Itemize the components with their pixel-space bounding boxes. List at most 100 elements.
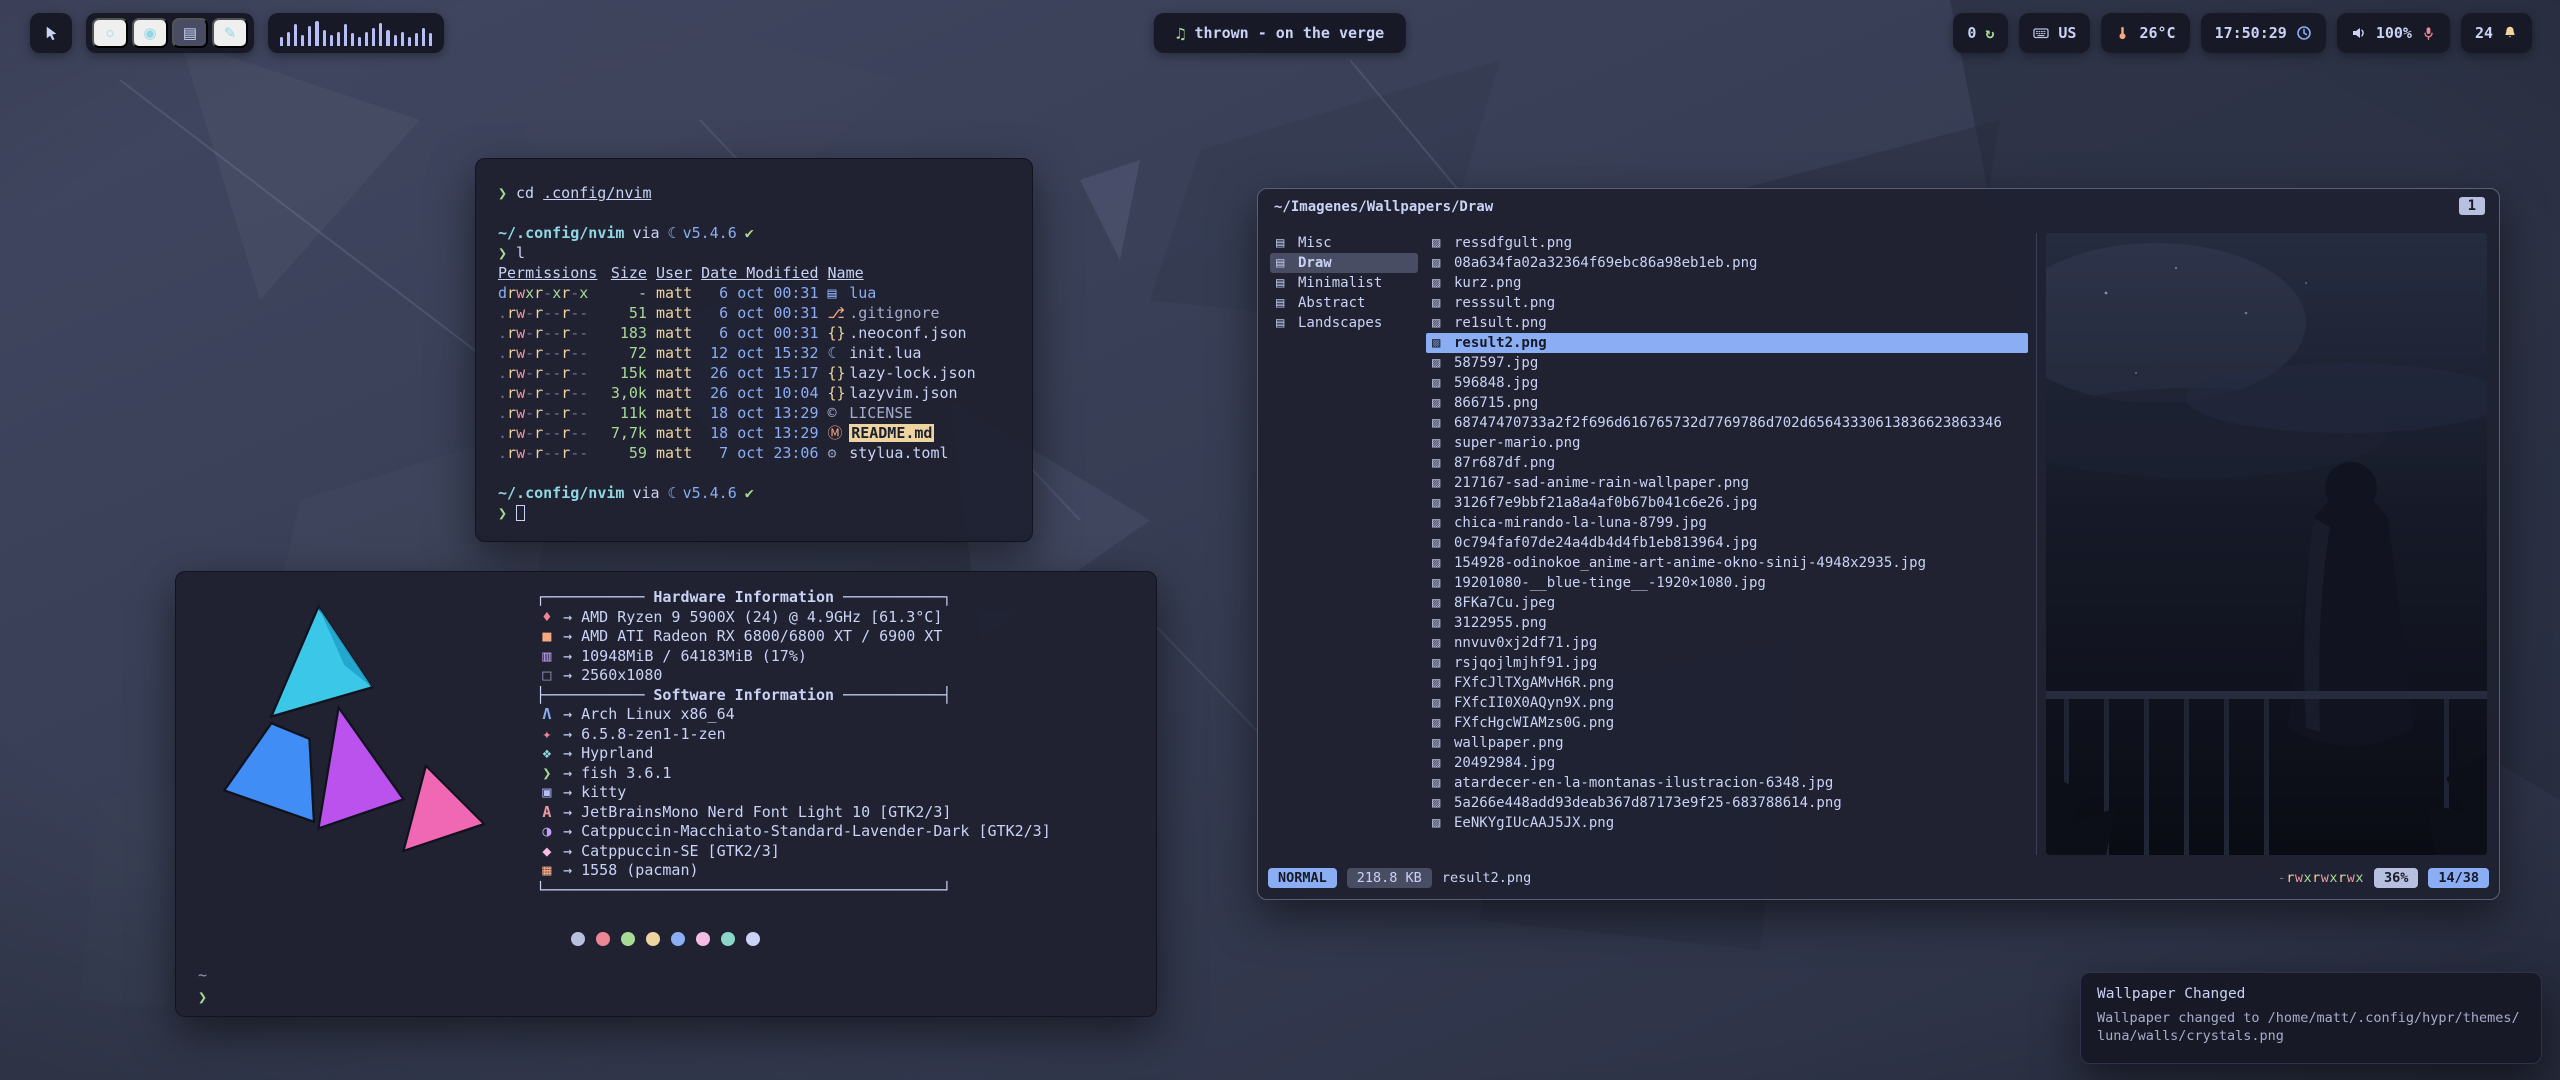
topbar-right: 0 ↻ US 26°C 17:50:29: [1953, 13, 2532, 53]
file-name: LICENSE: [849, 404, 912, 422]
file-list-item[interactable]: ▨8FKa7Cu.jpeg: [1426, 593, 2028, 613]
file-list-item-name: 8FKa7Cu.jpeg: [1454, 593, 1555, 613]
image-file-icon: ▨: [1432, 553, 1454, 573]
file-list-item[interactable]: ▨68747470733a2f2f696d616765732d7769786d7…: [1426, 413, 2028, 433]
notification-popup[interactable]: Wallpaper Changed Wallpaper changed to /…: [2080, 972, 2542, 1064]
palette-dot: [646, 932, 660, 946]
sidebar-dir-minimalist[interactable]: ▤Minimalist: [1270, 273, 1418, 293]
visualizer-bar: [408, 37, 411, 46]
file-list-item[interactable]: ▨resssult.png: [1426, 293, 2028, 313]
file-list-item[interactable]: ▨atardecer-en-la-montanas-ilustracion-63…: [1426, 773, 2028, 793]
media-player-pill[interactable]: ♫ thrown - on the verge: [1154, 13, 1406, 53]
circle-icon: ○: [105, 25, 114, 42]
file-list-item[interactable]: ▨596848.jpg: [1426, 373, 2028, 393]
sidebar-dir-misc[interactable]: ▤Misc: [1270, 233, 1418, 253]
file-list-item[interactable]: ▨20492984.jpg: [1426, 753, 2028, 773]
launcher-button[interactable]: [30, 13, 72, 53]
terminal-window-nvim[interactable]: ❯cd .config/nvim ~/.config/nvimvia☾v5.4.…: [475, 158, 1033, 542]
image-file-icon: ▨: [1432, 373, 1454, 393]
file-list-item[interactable]: ▨87r687df.png: [1426, 453, 2028, 473]
file-list-item[interactable]: ▨FXfcII0X0AQyn9X.png: [1426, 693, 2028, 713]
clock-module[interactable]: 17:50:29: [2201, 13, 2326, 53]
topbar-left: ○ ◉ ▤ ✎: [30, 13, 444, 53]
media-title: thrown - on the verge: [1194, 24, 1384, 42]
sidebar-dir-landscapes[interactable]: ▤Landscapes: [1270, 313, 1418, 333]
file-list-item-name: re1sult.png: [1454, 313, 1547, 333]
prompt-symbol: ❯: [498, 244, 507, 262]
image-preview: [2046, 233, 2487, 855]
arrow-icon: →: [563, 725, 572, 745]
updates-module[interactable]: 0 ↻: [1953, 13, 2008, 53]
folder-icon: ▤: [183, 24, 197, 42]
image-file-icon: ▨: [1432, 293, 1454, 313]
file-list-item[interactable]: ▨ressdfgult.png: [1426, 233, 2028, 253]
folder-icon: ▤: [1276, 293, 1298, 313]
workspace-button-4[interactable]: ✎: [212, 18, 248, 48]
visualizer-bar: [415, 33, 418, 46]
workspaces: ○ ◉ ▤ ✎: [86, 13, 254, 53]
sidebar-dir-draw[interactable]: ▤Draw: [1270, 253, 1418, 273]
file-list-item[interactable]: ▨FXfcHgcWIAMzs0G.png: [1426, 713, 2028, 733]
file-list-item-name: nnvuv0xj2df71.jpg: [1454, 633, 1597, 653]
image-file-icon: ▨: [1432, 593, 1454, 613]
file-list-item[interactable]: ▨kurz.png: [1426, 273, 2028, 293]
fetch-box-bottom: └───────────────────────────────────────…: [536, 881, 1051, 901]
volume-module[interactable]: 100%: [2337, 13, 2450, 53]
visualizer-bar: [422, 28, 425, 46]
file-list-item-name: 5a266e448add93deab367d87173e9f25-6837886…: [1454, 793, 1842, 813]
notifications-module[interactable]: 24: [2461, 13, 2532, 53]
file-list-item[interactable]: ▨866715.png: [1426, 393, 2028, 413]
file-name: lazy-lock.json: [849, 364, 975, 382]
software-information-header: ├─────────── Software Information ──────…: [536, 686, 1051, 706]
file-manager-window[interactable]: ~/Imagenes/Wallpapers/Draw 1 ▤Misc▤Draw▤…: [1257, 188, 2500, 900]
temperature-module[interactable]: 26°C: [2101, 13, 2189, 53]
check-icon: ✔: [745, 484, 754, 502]
listing-row: .rw-r--r--72matt12 oct 15:32☾init.lua: [498, 343, 1010, 363]
visualizer-bar: [372, 28, 375, 46]
file-list-item-name: chica-mirando-la-luna-8799.jpg: [1454, 513, 1707, 533]
tab-badge[interactable]: 1: [2459, 197, 2485, 215]
check-icon: ✔: [745, 224, 754, 242]
fetch-info-value: AMD Ryzen 9 5900X (24) @ 4.9GHz [61.3°C]: [581, 608, 942, 628]
notification-body: Wallpaper changed to /home/matt/.config/…: [2097, 1009, 2525, 1045]
file-list-item[interactable]: ▨217167-sad-anime-rain-wallpaper.png: [1426, 473, 2028, 493]
palette-dot: [671, 932, 685, 946]
file-list-item[interactable]: ▨EeNKYgIUcAAJ5JX.png: [1426, 813, 2028, 833]
audio-visualizer: [268, 13, 444, 53]
terminal-command-line: ❯l: [498, 243, 1010, 263]
directory-sidebar: ▤Misc▤Draw▤Minimalist▤Abstract▤Landscape…: [1270, 233, 1418, 333]
file-list-item[interactable]: ▨nnvuv0xj2df71.jpg: [1426, 633, 2028, 653]
cursor-arrow-icon: [43, 25, 60, 42]
file-list-item[interactable]: ▨FXfcJlTXgAMvH6R.png: [1426, 673, 2028, 693]
clock-icon: [2296, 25, 2312, 41]
fetch-info-row: ◆→Catppuccin-SE [GTK2/3]: [536, 842, 1051, 862]
file-list-item[interactable]: ▨587597.jpg: [1426, 353, 2028, 373]
topbar: ○ ◉ ▤ ✎ ♫ thrown - on the verge 0 ↻ US 26°C…: [0, 0, 2560, 64]
file-list-item[interactable]: ▨result2.png: [1426, 333, 2028, 353]
file-list-item[interactable]: ▨3122955.png: [1426, 613, 2028, 633]
music-icon: ♫: [1176, 24, 1186, 43]
file-list-item[interactable]: ▨super-mario.png: [1426, 433, 2028, 453]
workspace-button-3[interactable]: ▤: [172, 18, 208, 48]
sidebar-dir-abstract[interactable]: ▤Abstract: [1270, 293, 1418, 313]
font-icon: A: [536, 803, 558, 823]
file-list-item[interactable]: ▨rsjqojlmjhf91.jpg: [1426, 653, 2028, 673]
keyboard-layout-module[interactable]: US: [2019, 13, 2090, 53]
visualizer-bar: [315, 21, 318, 46]
file-list-item[interactable]: ▨154928-odinokoe_anime-art-anime-okno-si…: [1426, 553, 2028, 573]
folder-icon: ▤: [1276, 313, 1298, 333]
kernel-icon: ✦: [536, 725, 558, 745]
file-list-item[interactable]: ▨5a266e448add93deab367d87173e9f25-683788…: [1426, 793, 2028, 813]
file-list-item[interactable]: ▨wallpaper.png: [1426, 733, 2028, 753]
file-list-item[interactable]: ▨chica-mirando-la-luna-8799.jpg: [1426, 513, 2028, 533]
file-list-item[interactable]: ▨08a634fa02a32364f69ebc86a98eb1eb.png: [1426, 253, 2028, 273]
prompt-symbol: ❯: [498, 504, 507, 522]
file-list-item[interactable]: ▨re1sult.png: [1426, 313, 2028, 333]
file-list-item[interactable]: ▨3126f7e9bbf21a8a4af0b67b041c6e26.jpg: [1426, 493, 2028, 513]
fetch-terminal-window[interactable]: ┌─────────── Hardware Information ──────…: [175, 571, 1157, 1017]
file-list-item[interactable]: ▨19201080-__blue-tinge__-1920×1080.jpg: [1426, 573, 2028, 593]
gpu-icon: ■: [536, 627, 558, 647]
workspace-button-1[interactable]: ○: [92, 18, 128, 48]
file-list-item[interactable]: ▨0c794faf07de24a4db4d4fb1eb813964.jpg: [1426, 533, 2028, 553]
workspace-button-2[interactable]: ◉: [132, 18, 168, 48]
